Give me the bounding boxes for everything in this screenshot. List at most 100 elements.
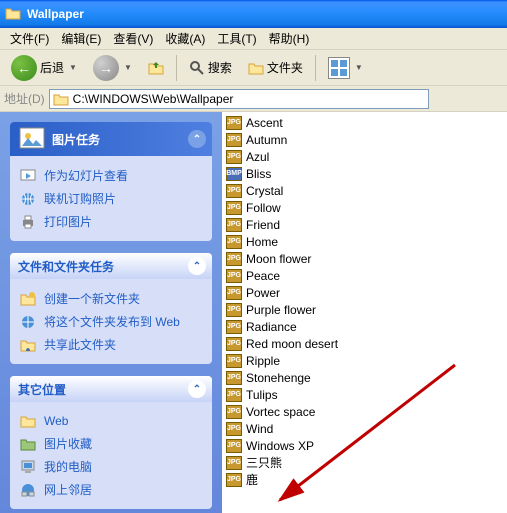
jpg-file-icon: JPG [226,337,242,351]
chevron-down-icon: ▼ [69,63,77,72]
folders-icon [248,60,264,76]
menu-edit[interactable]: 编辑(E) [55,28,107,49]
address-box[interactable] [49,89,429,109]
views-button[interactable]: ▼ [321,53,370,83]
collapse-icon[interactable]: ⌃ [188,130,206,148]
panel-title: 图片任务 [52,131,100,148]
up-button[interactable] [141,56,171,80]
file-name: Peace [246,269,280,283]
file-item[interactable]: JPGWind [224,420,505,437]
globe-icon [20,191,36,207]
task-new-folder[interactable]: 创建一个新文件夹 [20,287,202,310]
file-item[interactable]: JPGTulips [224,386,505,403]
file-item[interactable]: JPGFriend [224,216,505,233]
file-item[interactable]: JPG Peace [224,267,505,284]
file-item[interactable]: JPG鹿 [224,471,505,488]
file-item[interactable]: JPGVortec space [224,403,505,420]
file-item[interactable]: BMP Bliss [224,165,505,182]
task-label: 我的电脑 [44,458,92,475]
place-network[interactable]: 网上邻居 [20,478,202,501]
file-name: Radiance [246,320,297,334]
file-item[interactable]: JPGAutumn [224,131,505,148]
forward-button[interactable]: → ▼ [86,51,139,85]
pictures-icon [18,124,46,152]
jpg-file-icon: JPG [226,388,242,402]
jpg-file-icon: JPG [226,303,242,317]
slideshow-icon [20,168,36,184]
file-list[interactable]: JPG AscentJPGAutumnJPGAzul BMP BlissJPGCrys… [222,112,507,513]
jpg-file-icon: JPG [226,150,242,164]
menu-file[interactable]: 文件(F) [4,28,55,49]
panel-body: 创建一个新文件夹 将这个文件夹发布到 Web 共享此文件夹 [10,279,212,364]
window-title: Wallpaper [27,7,84,21]
folder-tasks-panel: 文件和文件夹任务 ⌃ 创建一个新文件夹 将这个文件夹发布到 Web 共享此文件夹 [10,253,212,364]
other-places-header[interactable]: 其它位置 ⌃ [10,376,212,402]
collapse-icon[interactable]: ⌃ [188,380,206,398]
file-item[interactable]: JPGWindows XP [224,437,505,454]
file-item[interactable]: JPG Purple flower [224,301,505,318]
place-my-computer[interactable]: 我的电脑 [20,455,202,478]
search-button[interactable]: 搜索 [182,55,239,80]
task-share[interactable]: 共享此文件夹 [20,333,202,356]
address-bar: 地址(D) [0,86,507,112]
globe-icon [20,314,36,330]
file-item[interactable]: JPGPower [224,284,505,301]
place-web[interactable]: Web [20,410,202,432]
folder-up-icon [148,60,164,76]
share-folder-icon [20,337,36,353]
task-order-online[interactable]: 联机订购照片 [20,187,202,210]
network-icon [20,482,36,498]
file-item[interactable]: JPG三只熊 [224,454,505,471]
bmp-file-icon: BMP [226,167,242,181]
printer-icon [20,214,36,230]
jpg-file-icon: JPG [226,116,242,130]
task-label: 图片收藏 [44,435,92,452]
jpg-file-icon: JPG [226,269,242,283]
file-name: Ripple [246,354,280,368]
task-label: 共享此文件夹 [44,336,116,353]
menu-help[interactable]: 帮助(H) [263,28,316,49]
search-icon [189,60,205,76]
jpg-file-icon: JPG [226,235,242,249]
menu-favorites[interactable]: 收藏(A) [159,28,211,49]
folders-label: 文件夹 [267,59,303,76]
file-name: Bliss [246,167,271,181]
file-name: Ascent [246,116,283,130]
picture-tasks-header[interactable]: 图片任务 ⌃ [10,122,212,156]
folder-tasks-header[interactable]: 文件和文件夹任务 ⌃ [10,253,212,279]
separator [176,55,177,81]
collapse-icon[interactable]: ⌃ [188,257,206,275]
file-item[interactable]: JPGRipple [224,352,505,369]
file-item[interactable]: JPGMoon flower [224,250,505,267]
file-item[interactable]: JPGStonehenge [224,369,505,386]
file-item[interactable]: JPGRadiance [224,318,505,335]
back-button[interactable]: ← 后退 ▼ [4,51,84,85]
forward-icon: → [93,55,119,81]
address-input[interactable] [73,92,425,106]
menu-view[interactable]: 查看(V) [107,28,159,49]
menu-bar: 文件(F) 编辑(E) 查看(V) 收藏(A) 工具(T) 帮助(H) [0,28,507,50]
task-print[interactable]: 打印图片 [20,210,202,233]
back-label: 后退 [40,59,64,76]
task-publish-web[interactable]: 将这个文件夹发布到 Web [20,310,202,333]
new-folder-icon [20,291,36,307]
menu-tools[interactable]: 工具(T) [211,28,262,49]
task-label: 创建一个新文件夹 [44,290,140,307]
file-item[interactable]: JPGAzul [224,148,505,165]
folders-button[interactable]: 文件夹 [241,55,310,80]
file-name: Wind [246,422,273,436]
file-item[interactable]: JPGHome [224,233,505,250]
place-pictures[interactable]: 图片收藏 [20,432,202,455]
file-name: Purple flower [246,303,316,317]
folder-icon [53,91,69,107]
jpg-file-icon: JPG [226,218,242,232]
jpg-file-icon: JPG [226,286,242,300]
task-slideshow[interactable]: 作为幻灯片查看 [20,164,202,187]
jpg-file-icon: JPG [226,201,242,215]
file-item[interactable]: JPGCrystal [224,182,505,199]
file-item[interactable]: JPGRed moon desert [224,335,505,352]
file-name: Windows XP [246,439,314,453]
folder-icon [5,6,21,22]
file-item[interactable]: JPG Ascent [224,114,505,131]
file-item[interactable]: JPGFollow [224,199,505,216]
